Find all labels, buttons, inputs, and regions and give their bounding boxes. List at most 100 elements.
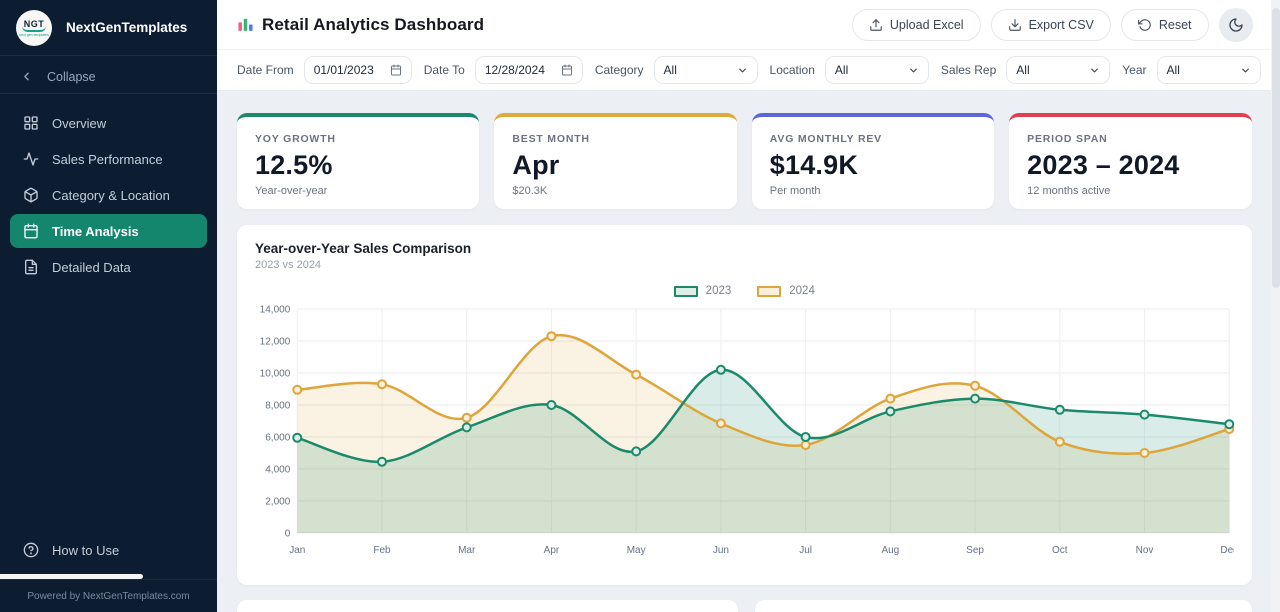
kpi-subtext: Year-over-year: [255, 185, 461, 197]
kpi-value: 12.5%: [255, 150, 461, 181]
page-title: Retail Analytics Dashboard: [262, 15, 484, 35]
sidebar-item-category-location[interactable]: Category & Location: [10, 178, 207, 212]
location-select[interactable]: All: [825, 56, 929, 84]
svg-text:Aug: Aug: [881, 545, 899, 556]
export-csv-label: Export CSV: [1029, 18, 1094, 32]
sidebar-item-label: Overview: [52, 116, 106, 131]
page-scrollbar-track[interactable]: [1271, 0, 1280, 612]
filter-bar: Date From 01/01/2023 Date To 12/28/2024 …: [217, 50, 1280, 91]
sidebar-scrollbar-thumb[interactable]: [0, 574, 143, 579]
kpi-value: Apr: [512, 150, 718, 181]
svg-text:Mar: Mar: [458, 545, 476, 556]
sidebar-item-overview[interactable]: Overview: [10, 106, 207, 140]
filter-location: Location All: [770, 56, 929, 84]
date-from-value: 01/01/2023: [314, 63, 374, 77]
legend-swatch-2023: [674, 286, 698, 297]
chart-subtitle: 2023 vs 2024: [255, 259, 1234, 271]
sidebar-item-label: Detailed Data: [52, 260, 131, 275]
kpi-card-best-month: BEST MONTH Apr $20.3K: [494, 113, 736, 209]
sidebar-item-detailed-data[interactable]: Detailed Data: [10, 250, 207, 284]
document-icon: [23, 259, 39, 275]
yoy-sales-chart-card: Year-over-Year Sales Comparison 2023 vs …: [237, 225, 1252, 585]
svg-text:10,000: 10,000: [260, 369, 291, 380]
category-select[interactable]: All: [654, 56, 758, 84]
page-title-group: Retail Analytics Dashboard: [237, 15, 484, 35]
how-to-use-button[interactable]: How to Use: [0, 533, 217, 567]
svg-text:Jun: Jun: [713, 545, 729, 556]
location-value: All: [835, 63, 848, 77]
sidebar: NGT next gen templates NextGenTemplates …: [0, 0, 217, 612]
svg-text:8,000: 8,000: [265, 401, 290, 412]
sales-rep-select[interactable]: All: [1006, 56, 1110, 84]
logo-text: NGT: [22, 19, 47, 32]
kpi-label: YOY GROWTH: [255, 133, 461, 145]
sidebar-item-time-analysis[interactable]: Time Analysis: [10, 214, 207, 248]
dark-mode-toggle[interactable]: [1219, 8, 1253, 42]
line-chart-canvas[interactable]: 02,0004,0006,0008,00010,00012,00014,000J…: [255, 299, 1234, 567]
reset-button[interactable]: Reset: [1121, 9, 1209, 41]
filter-date-to: Date To 12/28/2024: [424, 56, 583, 84]
bottom-card-partial-left: [237, 600, 738, 612]
svg-text:Nov: Nov: [1136, 545, 1154, 556]
category-value: All: [664, 63, 677, 77]
kpi-card-period-span: PERIOD SPAN 2023 – 2024 12 months active: [1009, 113, 1251, 209]
reset-icon: [1138, 18, 1152, 32]
brand-logo: NGT next gen templates: [16, 10, 52, 46]
chevron-left-icon: [20, 70, 33, 83]
logo-tagline: next gen templates: [19, 33, 49, 37]
kpi-subtext: $20.3K: [512, 185, 718, 197]
sidebar-collapse-button[interactable]: Collapse: [0, 60, 217, 94]
sidebar-footer-text: Powered by NextGenTemplates.com: [0, 579, 217, 612]
svg-text:6,000: 6,000: [265, 433, 290, 444]
kpi-label: BEST MONTH: [512, 133, 718, 145]
calendar-icon: [561, 64, 573, 76]
chevron-down-icon: [1240, 65, 1251, 76]
filter-date-from: Date From 01/01/2023: [237, 56, 412, 84]
chevron-down-icon: [737, 65, 748, 76]
svg-text:Sep: Sep: [966, 545, 984, 556]
filter-sales-rep: Sales Rep All: [941, 56, 1110, 84]
svg-text:Dec: Dec: [1220, 545, 1233, 556]
sidebar-item-sales-performance[interactable]: Sales Performance: [10, 142, 207, 176]
legend-label: 2024: [789, 285, 815, 297]
svg-text:4,000: 4,000: [265, 465, 290, 476]
location-label: Location: [770, 63, 815, 77]
chevron-down-icon: [1089, 65, 1100, 76]
year-select[interactable]: All: [1157, 56, 1261, 84]
grid-icon: [23, 115, 39, 131]
svg-text:Oct: Oct: [1052, 545, 1068, 556]
date-to-input[interactable]: 12/28/2024: [475, 56, 583, 84]
kpi-label: AVG MONTHLY REV: [770, 133, 976, 145]
svg-text:12,000: 12,000: [260, 337, 291, 348]
moon-icon: [1228, 17, 1244, 33]
date-from-label: Date From: [237, 63, 294, 77]
brand-header: NGT next gen templates NextGenTemplates: [0, 0, 217, 56]
help-icon: [23, 542, 39, 558]
upload-icon: [869, 18, 883, 32]
legend-label: 2023: [706, 285, 732, 297]
svg-text:Jul: Jul: [799, 545, 812, 556]
date-to-label: Date To: [424, 63, 465, 77]
chevron-down-icon: [908, 65, 919, 76]
legend-item-2023[interactable]: 2023: [674, 285, 732, 297]
bottom-cards-row: [237, 600, 1252, 612]
sidebar-item-label: Time Analysis: [52, 224, 139, 239]
year-value: All: [1167, 63, 1180, 77]
collapse-label: Collapse: [47, 70, 96, 84]
legend-item-2024[interactable]: 2024: [757, 285, 815, 297]
main-area: Retail Analytics Dashboard Upload Excel …: [217, 0, 1280, 612]
how-to-use-label: How to Use: [52, 543, 119, 558]
sidebar-nav: Overview Sales Performance Category & Lo…: [0, 94, 217, 296]
download-icon: [1008, 18, 1022, 32]
export-csv-button[interactable]: Export CSV: [991, 9, 1111, 41]
brand-name: NextGenTemplates: [66, 20, 187, 35]
page-scrollbar-thumb[interactable]: [1272, 8, 1280, 288]
sidebar-spacer: [0, 296, 217, 533]
bottom-card-partial-right: [755, 600, 1252, 612]
upload-excel-button[interactable]: Upload Excel: [852, 9, 981, 41]
date-from-input[interactable]: 01/01/2023: [304, 56, 412, 84]
kpi-row: YOY GROWTH 12.5% Year-over-year BEST MON…: [237, 113, 1252, 209]
chart-title: Year-over-Year Sales Comparison: [255, 241, 1234, 256]
calendar-icon: [23, 223, 39, 239]
chart-legend: 2023 2024: [255, 285, 1234, 297]
